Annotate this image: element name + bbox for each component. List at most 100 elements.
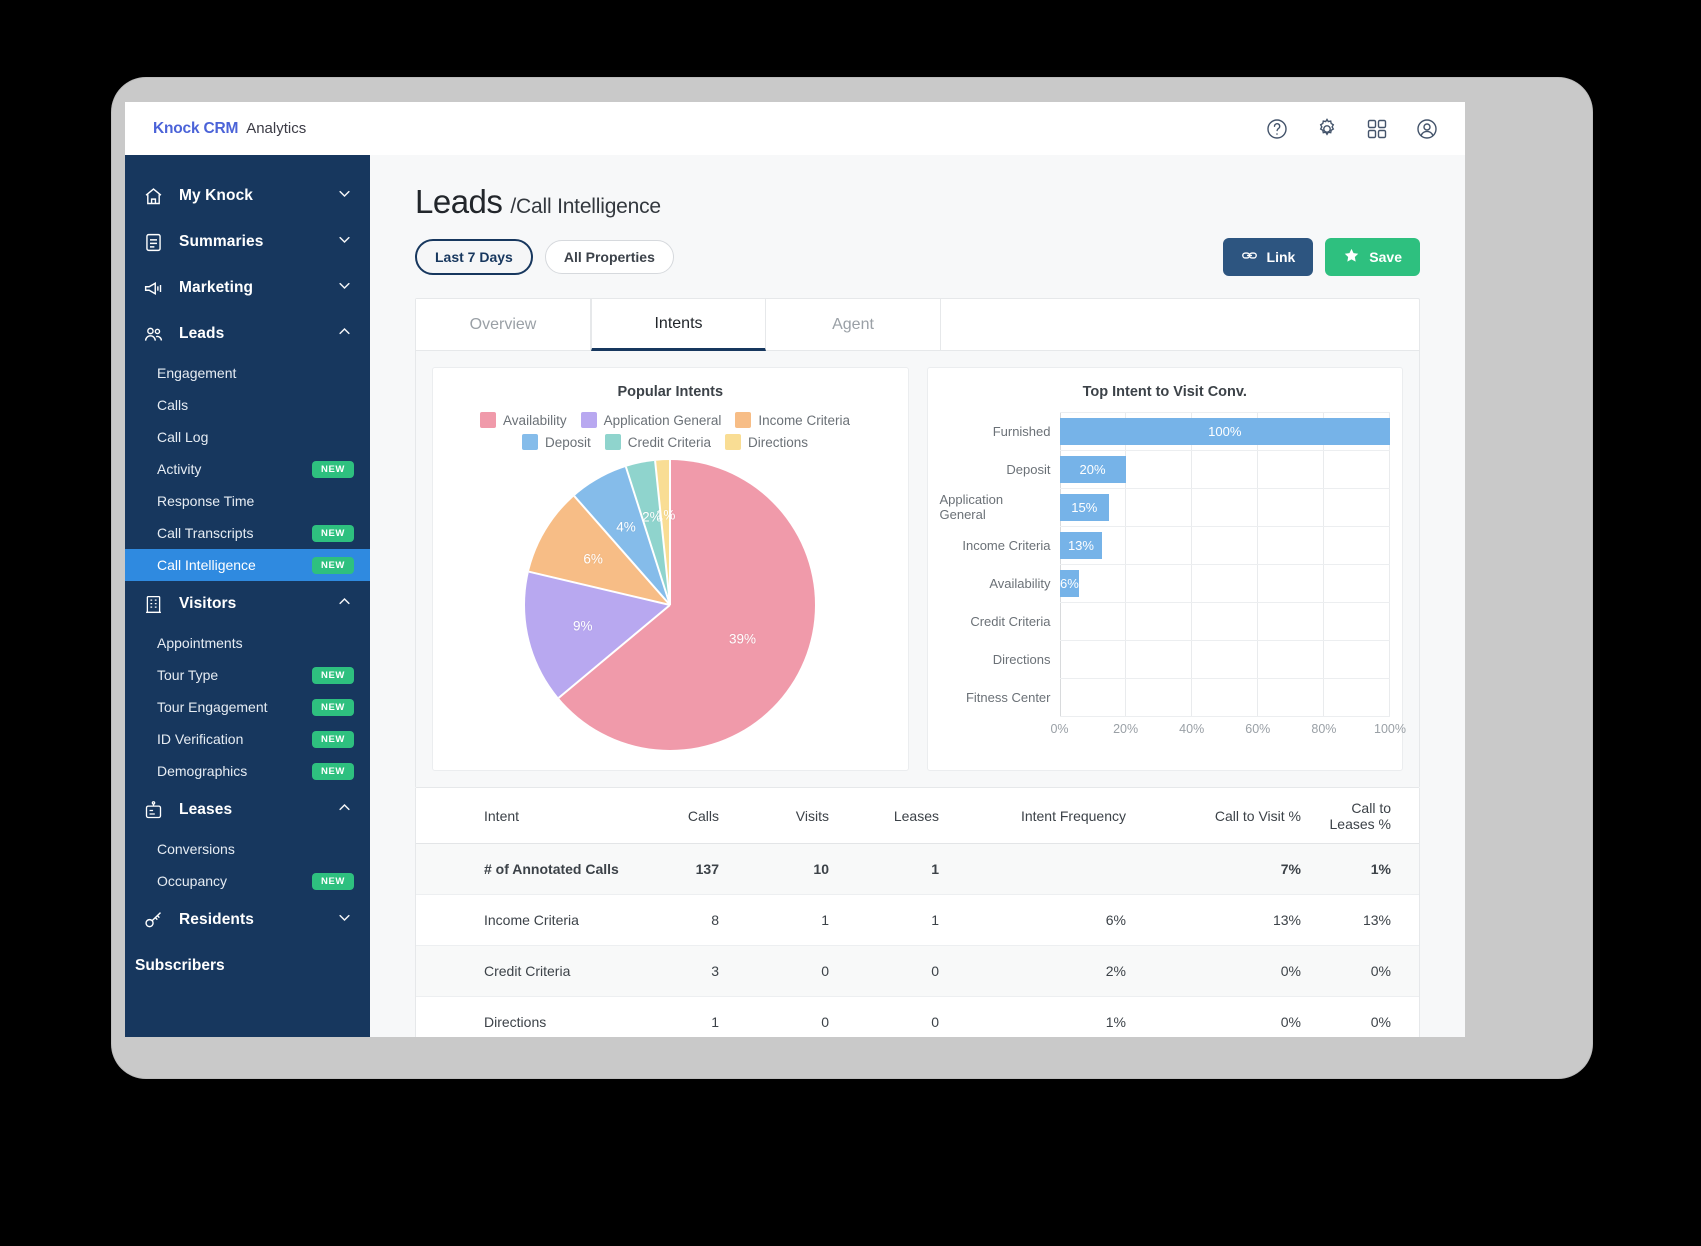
column-header-intent-frequency[interactable]: Intent Frequency bbox=[961, 808, 1146, 824]
sidebar: My Knock Summaries Marketing Leads Engagemen… bbox=[125, 155, 370, 1037]
x-tick-2: 40% bbox=[1179, 722, 1205, 736]
chevron-down-icon[interactable] bbox=[337, 186, 352, 206]
sidebar-group-leads[interactable]: Leads bbox=[125, 311, 370, 357]
link-button[interactable]: Link bbox=[1222, 238, 1314, 276]
cell-intent: Directions bbox=[484, 1014, 547, 1030]
column-header-calls[interactable]: Calls bbox=[631, 808, 741, 824]
legend-swatch bbox=[521, 434, 538, 450]
column-header-call-to-leases[interactable]: Call to Leases % bbox=[1321, 800, 1419, 832]
sidebar-item-label: Activity bbox=[157, 461, 202, 477]
sidebar-group-residents[interactable]: Residents bbox=[125, 897, 370, 943]
sidebar-item-call-log[interactable]: Call Log bbox=[125, 421, 370, 453]
sidebar-group-summaries[interactable]: Summaries bbox=[125, 219, 370, 265]
date-range-filter[interactable]: Last 7 Days bbox=[415, 239, 533, 275]
cell-visits: 1 bbox=[821, 912, 829, 928]
chevron-down-icon[interactable] bbox=[337, 278, 352, 298]
bar-row-deposit[interactable]: 20% bbox=[1059, 450, 1391, 488]
gear-icon[interactable] bbox=[1315, 117, 1339, 141]
sidebar-item-occupancy[interactable]: Occupancy NEW bbox=[125, 865, 370, 897]
bar[interactable]: 6% bbox=[1059, 569, 1080, 597]
x-tick-0: 0% bbox=[1050, 722, 1069, 736]
sidebar-item-appointments[interactable]: Appointments bbox=[125, 627, 370, 659]
bar-row-application-general[interactable]: 15% bbox=[1059, 488, 1391, 526]
legend-item-directions[interactable]: Directions bbox=[725, 434, 808, 450]
chevron-up-icon[interactable] bbox=[337, 800, 352, 820]
bar-label-availability: Availability bbox=[989, 575, 1051, 591]
bar-row-credit-criteria[interactable] bbox=[1060, 602, 1391, 640]
column-header-visits[interactable]: Visits bbox=[741, 808, 851, 824]
pie-slices[interactable]: 39% 9% 6% 4% 2% 1% bbox=[525, 460, 816, 750]
sidebar-item-call-transcripts[interactable]: Call Transcripts NEW bbox=[125, 517, 370, 549]
table-row[interactable]: Credit Criteria 3 0 0 2% 0% 0% bbox=[416, 946, 1419, 997]
bar-row-furnished[interactable]: 100% bbox=[1059, 412, 1390, 450]
sidebar-group-marketing[interactable]: Marketing bbox=[125, 265, 370, 311]
column-header-intent[interactable]: Intent bbox=[416, 808, 631, 824]
cell-leases: 1 bbox=[931, 861, 939, 877]
sidebar-item-response-time[interactable]: Response Time bbox=[125, 485, 370, 517]
apps-grid-icon[interactable] bbox=[1365, 117, 1389, 141]
sidebar-item-subscribers[interactable]: Subscribers bbox=[125, 943, 370, 989]
sidebar-item-id-verification[interactable]: ID Verification NEW bbox=[125, 723, 370, 755]
bar-row-fitness-center[interactable] bbox=[1060, 678, 1391, 716]
help-icon[interactable] bbox=[1265, 117, 1289, 141]
star-icon bbox=[1343, 247, 1360, 267]
sidebar-item-calls[interactable]: Calls bbox=[125, 389, 370, 421]
sidebar-item-engagement[interactable]: Engagement bbox=[125, 357, 370, 389]
save-button[interactable]: Save bbox=[1325, 238, 1420, 276]
property-filter[interactable]: All Properties bbox=[544, 240, 674, 274]
cell-calls: 8 bbox=[711, 912, 719, 928]
chevron-down-icon[interactable] bbox=[337, 910, 352, 930]
tab-intents[interactable]: Intents bbox=[591, 299, 766, 351]
bar-row-directions[interactable] bbox=[1060, 640, 1391, 678]
sidebar-group-my-knock[interactable]: My Knock bbox=[125, 173, 370, 219]
bar-label-fitness-center: Fitness Center bbox=[965, 689, 1051, 705]
brand-logo[interactable]: Knock CRM bbox=[153, 120, 238, 138]
bar[interactable]: 20% bbox=[1059, 455, 1126, 483]
bar-label-credit-criteria: Credit Criteria bbox=[970, 613, 1051, 629]
new-badge: NEW bbox=[312, 872, 354, 890]
chevron-up-icon[interactable] bbox=[337, 324, 352, 344]
bar-row-income-criteria[interactable]: 13% bbox=[1059, 526, 1391, 564]
legend-item-availability[interactable]: Availability bbox=[480, 412, 567, 428]
sidebar-item-conversions[interactable]: Conversions bbox=[125, 833, 370, 865]
bar[interactable]: 15% bbox=[1059, 493, 1110, 521]
bar-label-income-criteria: Income Criteria bbox=[962, 537, 1051, 553]
bar-row-availability[interactable]: 6% bbox=[1059, 564, 1391, 602]
sidebar-group-visitors[interactable]: Visitors bbox=[125, 581, 370, 627]
account-icon[interactable] bbox=[1415, 117, 1439, 141]
tab-overview[interactable]: Overview bbox=[416, 299, 591, 351]
tab-agent[interactable]: Agent bbox=[766, 299, 941, 351]
table-row[interactable]: # of Annotated Calls 137 10 1 7% 1% bbox=[416, 844, 1419, 895]
sidebar-group-leases[interactable]: Leases bbox=[125, 787, 370, 833]
building-icon bbox=[143, 594, 169, 615]
cell-intent: Income Criteria bbox=[484, 912, 579, 928]
cell-visits: 10 bbox=[813, 861, 829, 877]
sidebar-item-demographics[interactable]: Demographics NEW bbox=[125, 755, 370, 787]
sidebar-item-tour-type[interactable]: Tour Type NEW bbox=[125, 659, 370, 691]
cell-call_to_visit: 13% bbox=[1272, 912, 1301, 928]
legend-item-application-general[interactable]: Application General bbox=[580, 412, 721, 428]
sidebar-item-label: Appointments bbox=[157, 635, 243, 651]
column-header-leases[interactable]: Leases bbox=[851, 808, 961, 824]
bar[interactable]: 100% bbox=[1059, 417, 1390, 445]
key-icon bbox=[143, 910, 169, 931]
sidebar-item-call-intelligence[interactable]: Call Intelligence NEW bbox=[125, 549, 370, 581]
cell-leases: 1 bbox=[931, 912, 939, 928]
cell-call_to_leases: 0% bbox=[1370, 1014, 1391, 1030]
top-intent-conversion-card: Top Intent to Visit Conv. Furnished Depos… bbox=[926, 367, 1406, 771]
sidebar-item-label: Tour Engagement bbox=[157, 699, 268, 715]
device-frame: Knock CRM Analytics My Knock Summaries M… bbox=[112, 78, 1592, 1078]
legend-item-income-criteria[interactable]: Income Criteria bbox=[735, 412, 850, 428]
sidebar-item-tour-engagement[interactable]: Tour Engagement NEW bbox=[125, 691, 370, 723]
chevron-up-icon[interactable] bbox=[337, 594, 352, 614]
chevron-down-icon[interactable] bbox=[337, 232, 352, 252]
table-row[interactable]: Directions 1 0 0 1% 0% 0% bbox=[416, 997, 1419, 1037]
cell-intent: # of Annotated Calls bbox=[484, 861, 619, 877]
bar[interactable]: 13% bbox=[1059, 531, 1103, 559]
legend-item-deposit[interactable]: Deposit bbox=[521, 434, 591, 450]
main-content: Leads /Call Intelligence Last 7 Days All… bbox=[370, 155, 1465, 1037]
legend-item-credit-criteria[interactable]: Credit Criteria bbox=[604, 434, 711, 450]
column-header-call-to-visit[interactable]: Call to Visit % bbox=[1146, 808, 1321, 824]
sidebar-item-activity[interactable]: Activity NEW bbox=[125, 453, 370, 485]
table-row[interactable]: Income Criteria 8 1 1 6% 13% 13% bbox=[416, 895, 1419, 946]
